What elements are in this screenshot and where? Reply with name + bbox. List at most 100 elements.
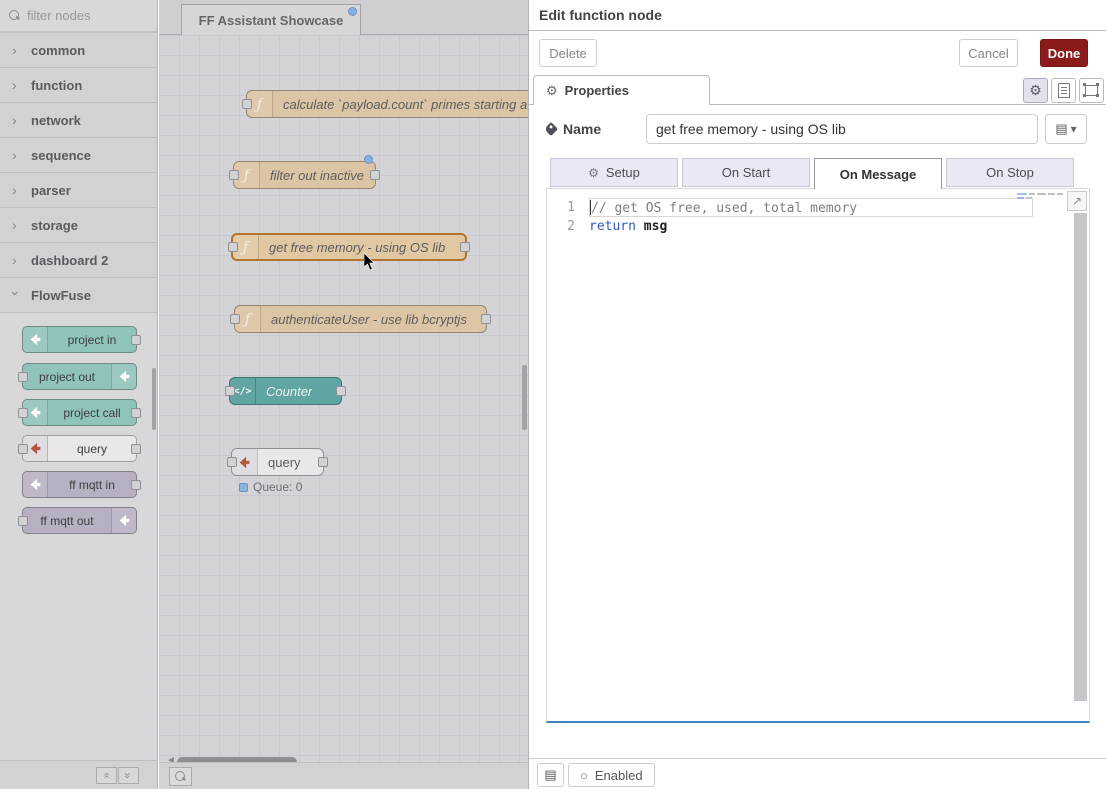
palette-category-dashboard2[interactable]: › dashboard 2 <box>0 243 157 278</box>
delete-button[interactable]: Delete <box>539 39 597 67</box>
node-label: calculate `payload.count` primes startin… <box>273 97 528 112</box>
input-port[interactable] <box>228 242 238 252</box>
chevron-right-icon: › <box>12 42 20 58</box>
workspace: FF Assistant Showcase ƒ calculate `paylo… <box>159 0 528 789</box>
search-flows-button[interactable] <box>169 767 192 786</box>
canvas-footer <box>159 762 528 789</box>
caret-down-icon: ▾ <box>1071 122 1077 136</box>
category-label: dashboard 2 <box>31 253 108 268</box>
flow-canvas[interactable]: ƒ calculate `payload.count` primes start… <box>159 35 528 789</box>
palette-category-common[interactable]: › common <box>0 33 157 68</box>
output-port[interactable] <box>481 314 491 324</box>
input-port[interactable] <box>242 99 252 109</box>
tab-on-stop[interactable]: On Stop <box>946 158 1074 187</box>
palette-category-storage[interactable]: › storage <box>0 208 157 243</box>
category-label: function <box>31 78 82 93</box>
palette-node-label: ff mqtt in <box>48 478 136 492</box>
palette-category-parser[interactable]: › parser <box>0 173 157 208</box>
node-authenticate-user[interactable]: ƒ authenticateUser - use lib bcryptjs <box>234 305 487 333</box>
palette-node-project-out[interactable]: project out <box>22 363 137 390</box>
node-palette: › common › function › network › sequence… <box>0 0 158 789</box>
flow-tab[interactable]: FF Assistant Showcase <box>181 4 361 35</box>
flow-tab-bar: FF Assistant Showcase <box>159 0 528 35</box>
node-settings-button[interactable]: ⚙ <box>1023 78 1048 103</box>
name-input[interactable] <box>646 114 1038 144</box>
canvas-vertical-scrollbar[interactable] <box>522 365 527 430</box>
category-label: sequence <box>31 148 91 163</box>
expand-all-button[interactable]: « <box>118 767 139 784</box>
enabled-label: Enabled <box>595 768 643 783</box>
gear-icon: ⚙ <box>546 83 558 99</box>
palette-node-project-in[interactable]: project in <box>22 326 137 353</box>
palette-category-flowfuse[interactable]: › FlowFuse <box>0 278 157 313</box>
chevron-right-icon: › <box>12 252 20 268</box>
line-number: 1 <box>547 198 589 217</box>
chevron-right-icon: › <box>12 147 20 163</box>
node-label: Counter <box>256 384 312 399</box>
status-text: Queue: 0 <box>253 480 302 494</box>
tab-on-start[interactable]: On Start <box>682 158 810 187</box>
input-port <box>18 516 28 526</box>
palette-category-sequence[interactable]: › sequence <box>0 138 157 173</box>
node-counter[interactable]: </> Counter <box>229 377 342 405</box>
tab-on-message[interactable]: On Message <box>814 158 942 189</box>
output-port <box>131 480 141 490</box>
node-filter-out-inactive[interactable]: ƒ filter out inactive <box>233 161 376 189</box>
done-button[interactable]: Done <box>1040 39 1088 67</box>
palette-node-query[interactable]: query <box>22 435 137 462</box>
input-port[interactable] <box>230 314 240 324</box>
node-calculate-primes[interactable]: ƒ calculate `payload.count` primes start… <box>246 90 528 118</box>
name-label-text: Name <box>563 121 601 137</box>
input-port[interactable] <box>227 457 237 467</box>
angle-double-down-icon: « <box>121 772 136 778</box>
palette-node-project-call[interactable]: project call <box>22 399 137 426</box>
output-port[interactable] <box>318 457 328 467</box>
category-label: storage <box>31 218 78 233</box>
tab-label: On Message <box>840 167 917 182</box>
flowfuse-icon <box>23 472 48 497</box>
palette-category-function[interactable]: › function <box>0 68 157 103</box>
enabled-toggle-button[interactable]: ○ Enabled <box>568 763 655 787</box>
code-variable: msg <box>636 219 667 234</box>
output-port[interactable] <box>336 386 346 396</box>
node-query[interactable]: query <box>231 448 324 476</box>
node-red-editor: › common › function › network › sequence… <box>0 0 1106 789</box>
output-port[interactable] <box>460 242 470 252</box>
library-button[interactable]: ▤ <box>537 763 564 787</box>
category-label: FlowFuse <box>31 288 91 303</box>
node-label: query <box>258 455 301 470</box>
node-help-button[interactable] <box>1051 78 1076 103</box>
palette-filter-input[interactable] <box>27 8 137 23</box>
palette-category-network[interactable]: › network <box>0 103 157 138</box>
output-port <box>131 335 141 345</box>
expand-editor-button[interactable]: ↗ <box>1067 191 1087 211</box>
status-dot-icon <box>239 483 248 492</box>
tab-setup[interactable]: ⚙ Setup <box>550 158 678 187</box>
flowfuse-icon <box>111 364 136 389</box>
tag-icon <box>544 122 558 136</box>
editor-scrollbar[interactable] <box>1074 213 1087 701</box>
palette-search[interactable] <box>0 0 157 33</box>
cancel-button[interactable]: Cancel <box>959 39 1018 67</box>
tab-properties[interactable]: ⚙ Properties <box>533 75 710 105</box>
code-line-2[interactable]: 2 return msg <box>547 217 1089 236</box>
category-label: parser <box>31 183 71 198</box>
code-keyword: return <box>589 219 636 234</box>
mouse-cursor <box>364 253 376 271</box>
code-editor[interactable]: 1 // get OS free, used, total memory 2 r… <box>546 188 1090 723</box>
collapse-all-button[interactable]: « <box>96 767 117 784</box>
node-get-free-memory[interactable]: ƒ get free memory - using OS lib <box>231 233 467 261</box>
palette-node-ff-mqtt-in[interactable]: ff mqtt in <box>22 471 137 498</box>
category-label: common <box>31 43 85 58</box>
input-port[interactable] <box>225 386 235 396</box>
code-line-1[interactable]: 1 // get OS free, used, total memory <box>547 198 1089 217</box>
input-port[interactable] <box>229 170 239 180</box>
input-port <box>18 372 28 382</box>
library-dropdown-button[interactable]: ▤ ▾ <box>1045 114 1087 144</box>
output-port[interactable] <box>370 170 380 180</box>
palette-node-label: project out <box>23 370 111 384</box>
palette-node-ff-mqtt-out[interactable]: ff mqtt out <box>22 507 137 534</box>
category-label: network <box>31 113 81 128</box>
palette-scrollbar[interactable] <box>152 368 156 430</box>
node-description-button[interactable] <box>1079 78 1104 103</box>
